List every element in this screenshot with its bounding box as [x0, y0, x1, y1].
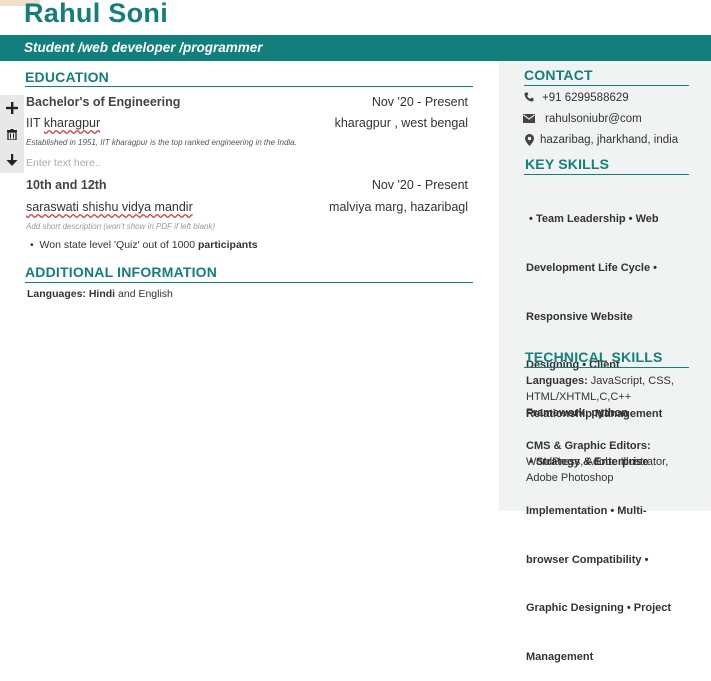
- technical-skills-list[interactable]: Languages: JavaScript, CSS, HTML/XHTML,C…: [526, 373, 674, 486]
- key-skill-line: Development Life Cycle •: [526, 262, 658, 275]
- contact-heading[interactable]: CONTACT: [524, 67, 593, 83]
- degree-2[interactable]: 10th and 12th: [26, 178, 107, 192]
- key-skill-line: Graphic Designing • Project: [526, 602, 672, 615]
- tech-languages-label: Languages:: [526, 375, 591, 387]
- key-skill-line: Implementation • Multi-: [526, 505, 647, 518]
- technical-skills-heading[interactable]: TECHNICAL SKILLS: [525, 349, 663, 365]
- key-skill-line: Responsive Website: [526, 310, 633, 323]
- key-skills-heading[interactable]: KEY SKILLS: [525, 156, 609, 172]
- tagline[interactable]: Student /web developer /programmer: [24, 40, 263, 55]
- dates-2[interactable]: Nov '20 - Present: [372, 178, 468, 192]
- bullet-bold-text: participants: [198, 239, 258, 251]
- education-heading[interactable]: EDUCATION: [25, 69, 109, 85]
- location-2[interactable]: malviya marg, hazaribagl: [329, 200, 468, 214]
- education-divider: [25, 86, 473, 87]
- tech-cms-line1: WordPress, Adobe Illustrator,: [526, 455, 669, 468]
- arrow-down-icon[interactable]: [0, 147, 24, 173]
- bullet-dot: •: [30, 239, 40, 251]
- contact-divider: [524, 85, 689, 86]
- dates-1[interactable]: Nov '20 - Present: [372, 95, 468, 109]
- achievement-bullet[interactable]: • Won state level 'Quiz' out of 1000 par…: [30, 239, 258, 251]
- address[interactable]: hazaribag, jharkhand, india: [540, 132, 678, 148]
- languages-line[interactable]: Languages: Hindi and English: [27, 288, 173, 300]
- tech-cms-line2: Adobe Photoshop: [526, 472, 614, 485]
- technical-skills-divider: [524, 367, 689, 368]
- tech-cms-label: CMS & Graphic Editors:: [526, 439, 651, 452]
- key-skill-line: • Team Leadership • Web: [526, 213, 659, 226]
- institution-1[interactable]: IIT kharagpur: [26, 116, 100, 130]
- email-icon: [523, 114, 535, 126]
- trash-icon[interactable]: [0, 121, 24, 147]
- key-skill-line: browser Compatibility •: [526, 553, 649, 566]
- institution-2[interactable]: saraswati shishu vidya mandir: [26, 200, 193, 214]
- description-2-placeholder[interactable]: Add short description (won't show in PDF…: [26, 222, 215, 231]
- location-pin-icon: [525, 134, 534, 149]
- degree-1[interactable]: Bachelor's of Engineering: [26, 95, 180, 109]
- additional-info-divider: [25, 282, 473, 283]
- plus-icon[interactable]: [0, 95, 24, 121]
- tagline-banner: Student /web developer /programmer: [0, 35, 711, 61]
- additional-info-heading[interactable]: ADDITIONAL INFORMATION: [25, 264, 217, 280]
- description-1[interactable]: Established in 1951, IIT kharagpur is th…: [26, 138, 297, 147]
- phone-icon: [524, 92, 534, 105]
- phone-number[interactable]: +91 6299588629: [542, 90, 629, 106]
- tech-framework: Framework: python: [526, 407, 629, 420]
- institution-2-text: saraswati shishu vidya mandir: [26, 200, 193, 214]
- key-skill-line: Management: [526, 650, 594, 663]
- tech-languages-line1: JavaScript, CSS,: [590, 375, 674, 387]
- email-address[interactable]: rahulsoniubr@com: [545, 111, 642, 127]
- resume-name[interactable]: Rahul Soni: [24, 0, 168, 29]
- section-toolbar: [0, 95, 24, 173]
- languages-rest: and English: [115, 288, 173, 300]
- location-1[interactable]: kharagpur , west bengal: [335, 116, 468, 130]
- extra-text-field[interactable]: Enter text here..: [26, 157, 101, 169]
- tech-languages-line2: HTML/XHTML,C,C++: [526, 391, 632, 404]
- bullet-text: Won state level 'Quiz' out of 1000: [39, 239, 199, 251]
- key-skills-divider: [524, 174, 689, 175]
- languages-label: Languages:: [27, 288, 89, 300]
- languages-hindi: Hindi: [88, 288, 116, 300]
